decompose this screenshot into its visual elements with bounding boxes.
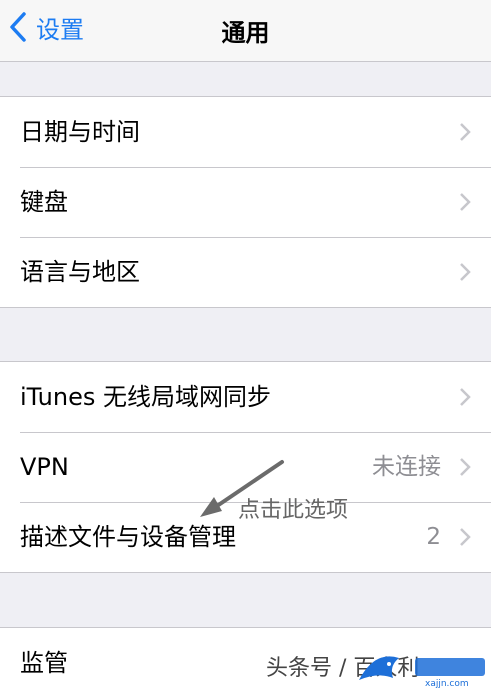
annotation-text: 点击此选项	[238, 498, 349, 523]
vpn-status-value: 未连接	[372, 454, 441, 480]
settings-group-2: iTunes 无线局域网同步 VPN 未连接 描述文件与设备管理 2	[0, 361, 491, 573]
chevron-right-icon	[460, 388, 471, 406]
row-label: 语言与地区	[20, 258, 140, 286]
keyboard-row[interactable]: 键盘	[0, 167, 491, 237]
profiles-count-value: 2	[426, 524, 441, 550]
row-label: 监管	[20, 649, 68, 677]
chevron-right-icon	[460, 123, 471, 141]
navigation-bar: 设置 通用	[0, 0, 491, 62]
settings-group-1: 日期与时间 键盘 语言与地区	[0, 96, 491, 308]
svg-text:xajjn.com: xajjn.com	[425, 679, 469, 689]
itunes-wifi-sync-row[interactable]: iTunes 无线局域网同步	[0, 362, 491, 432]
date-time-row[interactable]: 日期与时间	[0, 97, 491, 167]
row-label: 键盘	[20, 188, 68, 216]
row-label: VPN	[20, 453, 69, 481]
chevron-right-icon	[460, 263, 471, 281]
watermark-logo: xajjn.com	[359, 656, 485, 689]
chevron-right-icon	[460, 193, 471, 211]
chevron-right-icon	[460, 528, 471, 546]
language-region-row[interactable]: 语言与地区	[0, 237, 491, 307]
page-title: 通用	[221, 19, 270, 47]
row-label: iTunes 无线局域网同步	[20, 383, 272, 411]
row-label: 描述文件与设备管理	[20, 523, 236, 551]
row-label: 日期与时间	[20, 118, 140, 146]
chevron-right-icon	[460, 458, 471, 476]
